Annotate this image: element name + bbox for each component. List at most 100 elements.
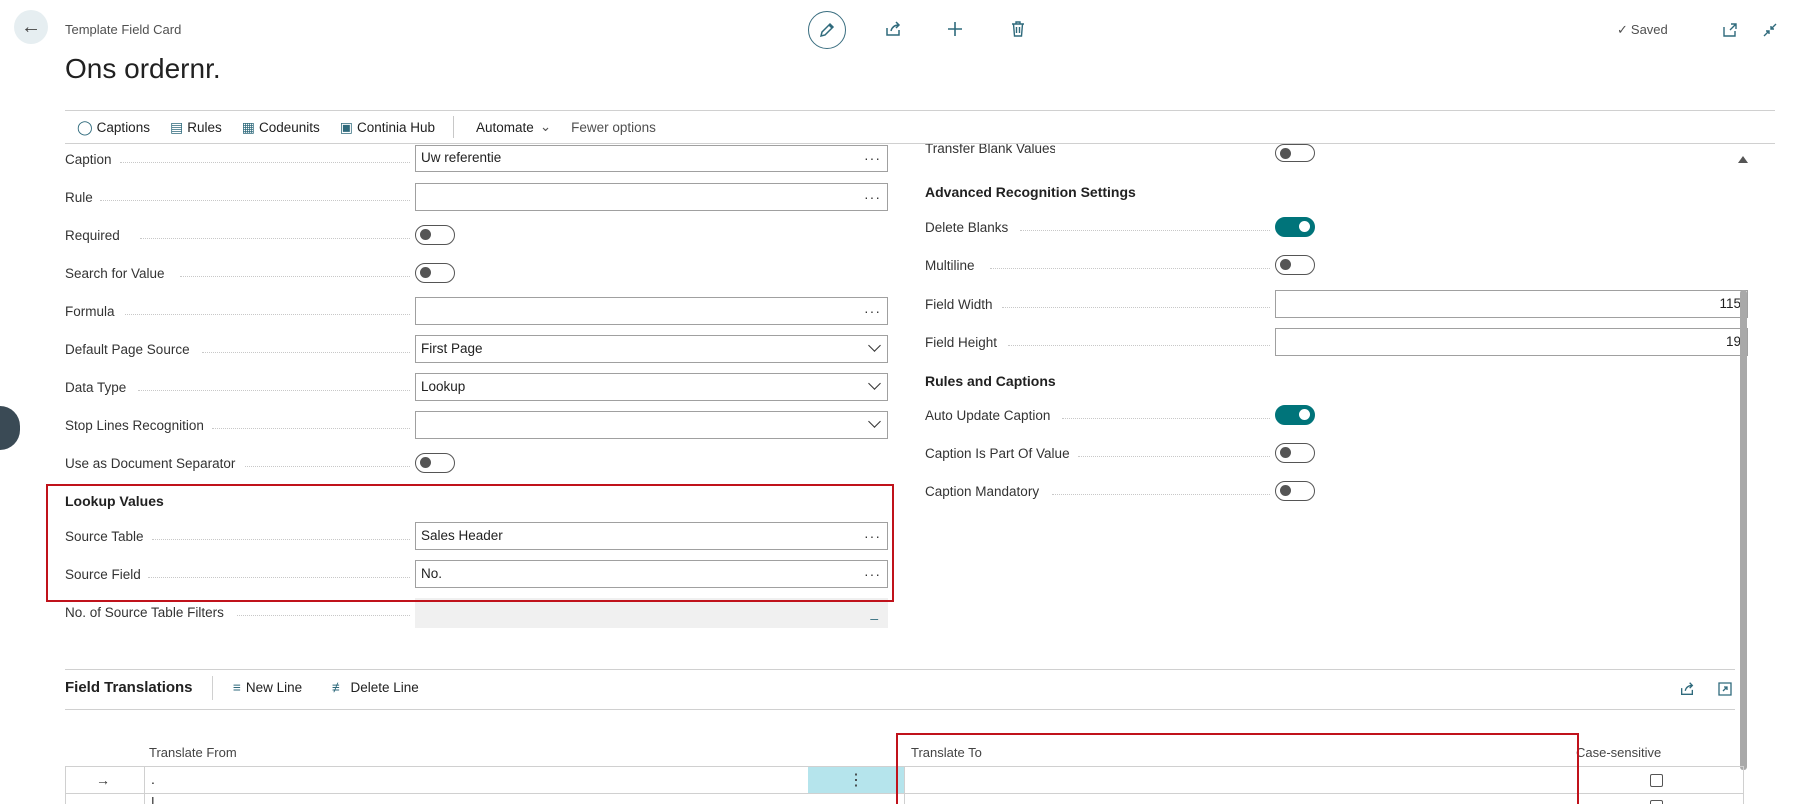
expand-icon: [1718, 682, 1732, 696]
auto-update-caption-toggle[interactable]: [1275, 405, 1315, 425]
share-icon: [1681, 682, 1694, 695]
captions-label: Captions: [96, 119, 150, 135]
share-button[interactable]: [880, 16, 906, 42]
chevron-down-icon: [868, 377, 881, 390]
automate-menu[interactable]: Automate ⌄: [476, 119, 551, 135]
toggle-knob: [1280, 485, 1291, 496]
caption-is-part-of-value-label: Caption Is Part Of Value: [925, 446, 1070, 461]
more-icon[interactable]: ···: [864, 146, 881, 170]
formula-dots: [125, 314, 410, 315]
data-type-select[interactable]: Lookup: [415, 373, 888, 401]
field-width-field[interactable]: 115: [1275, 290, 1748, 318]
toggle-knob: [420, 267, 431, 278]
fewer-options-label: Fewer options: [571, 119, 656, 135]
caption-is-part-of-value-toggle[interactable]: [1275, 443, 1315, 463]
translations-top-divider: [65, 669, 1735, 670]
fewer-options-button[interactable]: Fewer options: [571, 120, 656, 135]
source-table-filters-value: _: [870, 605, 878, 620]
new-line-button[interactable]: ≡ New Line: [233, 680, 302, 695]
caption-is-part-of-value-dots: [1078, 456, 1270, 457]
vertical-ellipsis-icon: ⋮: [848, 772, 864, 789]
plus-icon: [948, 22, 962, 36]
required-toggle[interactable]: [415, 225, 455, 245]
row-2-translate-from[interactable]: |: [151, 795, 155, 804]
caption-mandatory-dots: [1052, 494, 1270, 495]
toggle-knob: [1280, 259, 1291, 270]
scroll-thumb[interactable]: [1740, 290, 1747, 770]
field-height-dots: [1008, 345, 1270, 346]
translations-separator: [212, 676, 213, 700]
side-panel-tab[interactable]: [0, 406, 20, 450]
stop-lines-recognition-select[interactable]: [415, 411, 888, 439]
lookup-values-highlight: [46, 484, 894, 602]
default-page-source-value: First Page: [421, 341, 483, 356]
multiline-label: Multiline: [925, 258, 975, 273]
edit-button[interactable]: [808, 11, 846, 49]
source-table-filters-field[interactable]: _: [415, 598, 888, 628]
caption-label: Caption: [65, 152, 112, 167]
rule-label: Rule: [65, 190, 93, 205]
col-header-case-sensitive[interactable]: Case-sensitive: [1576, 745, 1661, 760]
scroll-up-arrow-icon[interactable]: [1738, 156, 1748, 163]
search-for-value-toggle[interactable]: [415, 263, 455, 283]
auto-update-caption-label: Auto Update Caption: [925, 408, 1051, 423]
col-header-translate-from[interactable]: Translate From: [149, 745, 237, 760]
toggle-knob: [420, 229, 431, 240]
search-for-value-dots: [180, 276, 410, 277]
page-title: Ons ordernr.: [65, 53, 221, 84]
new-line-icon: ≡: [233, 680, 241, 695]
codeunits-action[interactable]: ▦ Codeunits: [242, 119, 320, 136]
toggle-knob: [1280, 447, 1291, 458]
caption-mandatory-toggle[interactable]: [1275, 481, 1315, 501]
grid-left-border: [65, 766, 66, 804]
multiline-toggle[interactable]: [1275, 255, 1315, 275]
captions-action[interactable]: ◯ Captions: [77, 119, 150, 136]
chevron-down-icon: ⌄: [539, 119, 552, 134]
toggle-knob: [1299, 221, 1310, 232]
use-as-document-separator-dots: [245, 466, 410, 467]
grid-col-border: [144, 766, 145, 804]
caption-dots: [120, 162, 410, 163]
row-1-actions-menu[interactable]: ⋮: [808, 767, 904, 793]
rules-action[interactable]: ▤ Rules: [170, 119, 222, 136]
back-button[interactable]: ←: [14, 10, 48, 44]
use-as-document-separator-label: Use as Document Separator: [65, 456, 236, 471]
rule-field[interactable]: ···: [415, 183, 888, 211]
action-separator: [453, 116, 455, 138]
default-page-source-select[interactable]: First Page: [415, 335, 888, 363]
rule-dots: [100, 200, 410, 201]
delete-button[interactable]: [1005, 16, 1031, 42]
saved-label: Saved: [1630, 22, 1668, 37]
more-icon[interactable]: ···: [864, 298, 881, 324]
field-translations-heading: Field Translations: [65, 679, 193, 696]
translations-expand-button[interactable]: [1716, 680, 1734, 698]
field-height-field[interactable]: 19: [1275, 328, 1748, 356]
open-new-window-button[interactable]: [1720, 20, 1740, 40]
rules-and-captions-heading: Rules and Captions: [925, 373, 1056, 389]
auto-update-caption-dots: [1062, 418, 1270, 419]
row-1-case-sensitive-checkbox[interactable]: [1650, 774, 1663, 787]
caption-field[interactable]: Uw referentie ···: [415, 145, 888, 172]
chevron-down-icon: [868, 415, 881, 428]
toggle-knob: [420, 457, 431, 468]
collapse-button[interactable]: [1760, 20, 1780, 40]
required-label: Required: [65, 228, 120, 243]
delete-line-button[interactable]: ≢ Delete Line: [332, 680, 419, 695]
row-2-case-sensitive-checkbox[interactable]: [1650, 800, 1663, 804]
translations-share-button[interactable]: [1678, 680, 1696, 698]
new-button[interactable]: [942, 16, 968, 42]
more-icon[interactable]: ···: [864, 184, 881, 210]
formula-field[interactable]: ···: [415, 297, 888, 325]
transfer-blank-values-toggle[interactable]: [1275, 144, 1315, 162]
data-type-label: Data Type: [65, 380, 127, 395]
delete-blanks-toggle[interactable]: [1275, 217, 1315, 237]
use-as-document-separator-toggle[interactable]: [415, 453, 455, 473]
field-height-label: Field Height: [925, 335, 998, 350]
caption-value: Uw referentie: [421, 150, 502, 165]
continia-hub-action[interactable]: ▣ Continia Hub: [340, 119, 435, 136]
pencil-icon: [819, 22, 835, 38]
scrollbar[interactable]: [1738, 150, 1748, 804]
row-1-translate-from[interactable]: .: [151, 771, 155, 787]
toggle-knob: [1280, 148, 1291, 159]
grid-right-border: [1743, 766, 1744, 804]
